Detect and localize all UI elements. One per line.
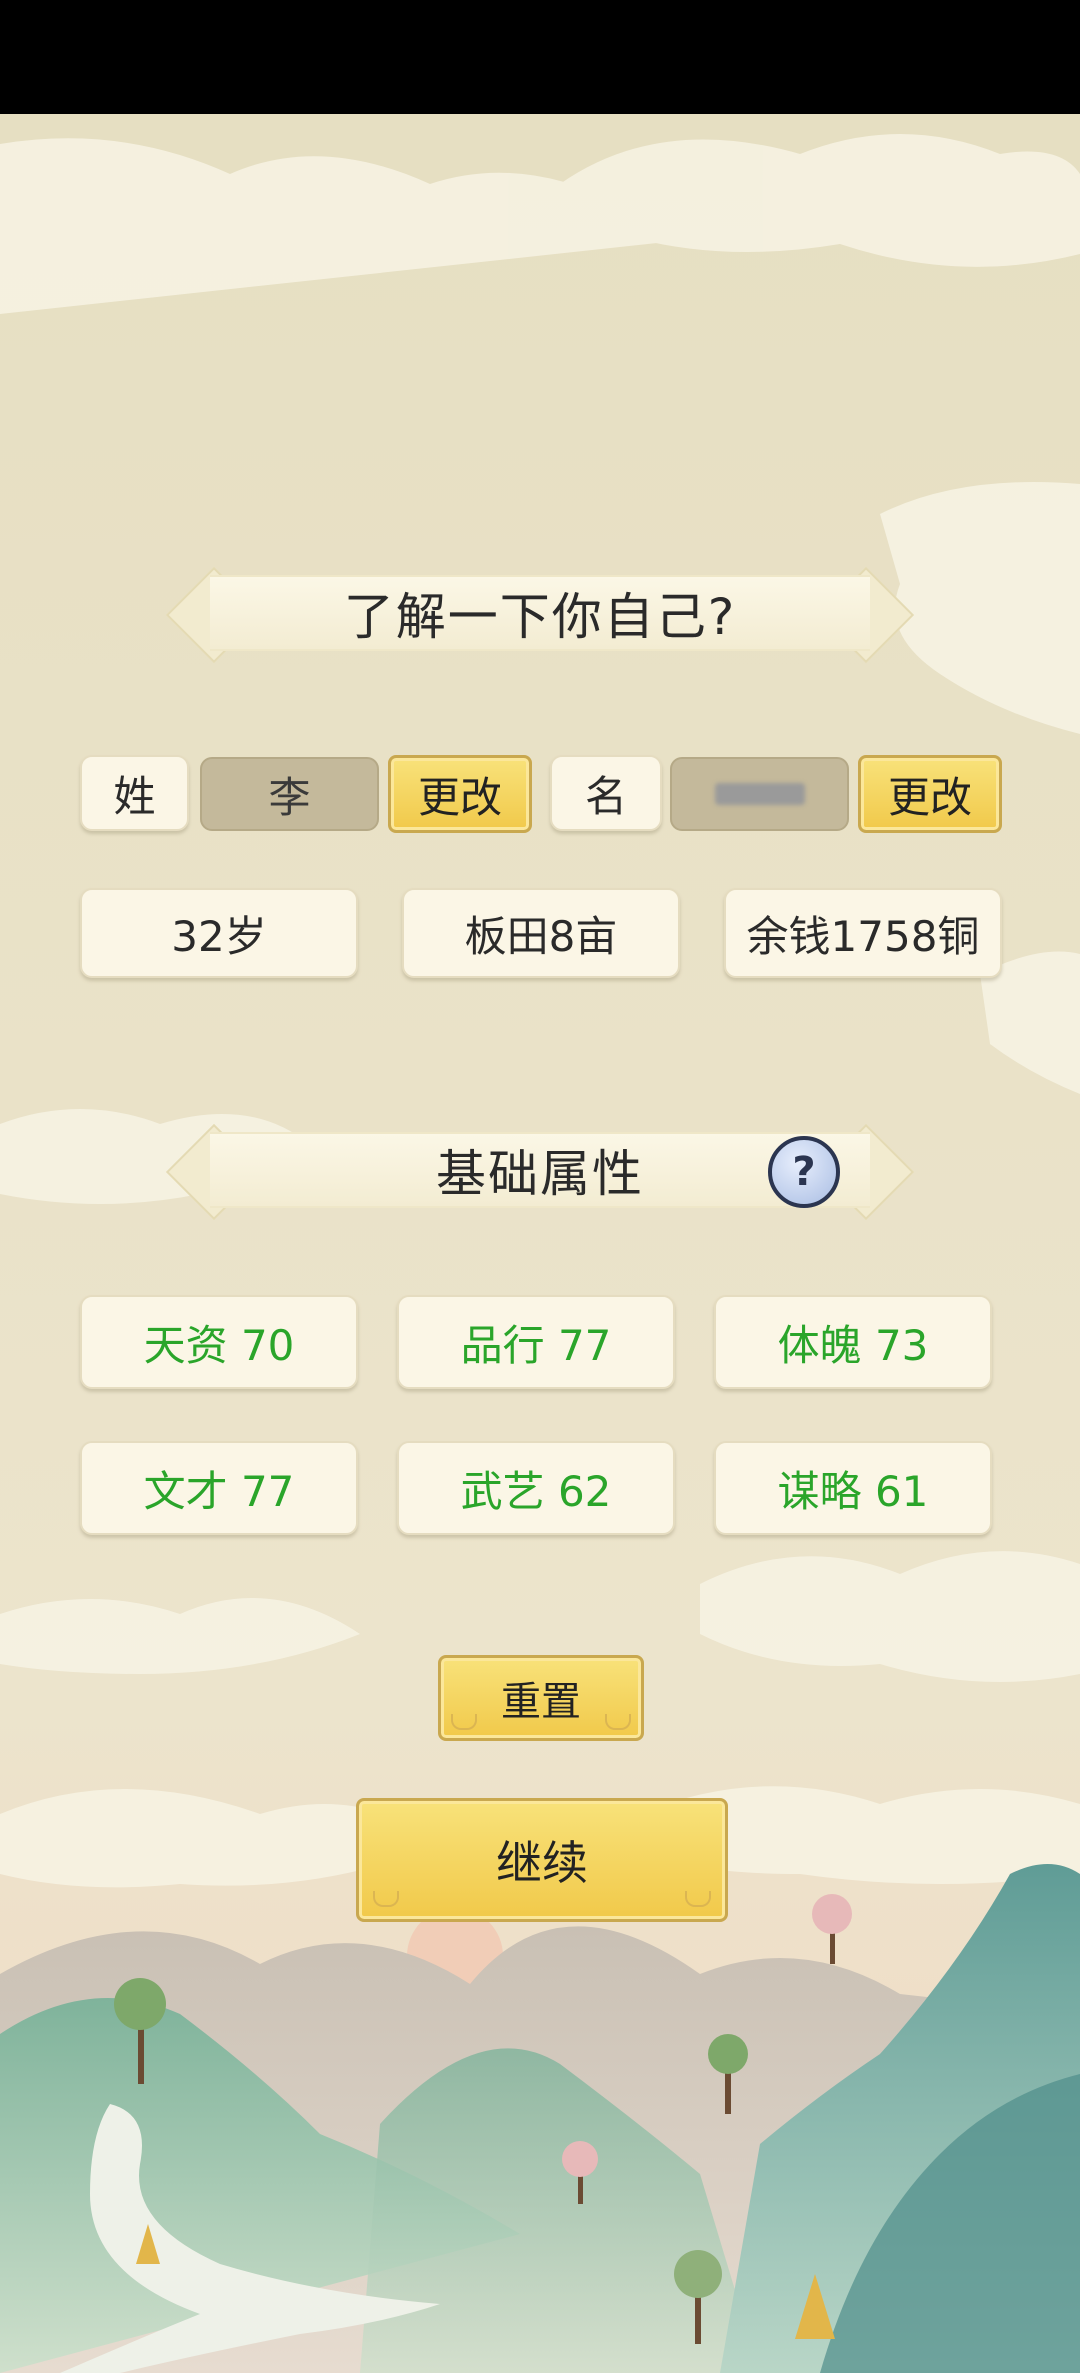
surname-label: 姓 (80, 755, 189, 831)
attribute-conduct: 品行 77 (397, 1295, 675, 1389)
continue-button[interactable]: 继续 (356, 1798, 728, 1922)
corner-ornament (685, 1891, 711, 1907)
attribute-physique: 体魄 73 (714, 1295, 992, 1389)
surname-value: 李 (200, 757, 379, 831)
attribute-martial: 武艺 62 (397, 1441, 675, 1535)
change-surname-button[interactable]: 更改 (388, 755, 532, 833)
corner-ornament (373, 1891, 399, 1907)
attribute-talent: 天资 70 (80, 1295, 358, 1389)
background-scene (0, 114, 1080, 2373)
attribute-literary: 文才 77 (80, 1441, 358, 1535)
blurred-name (714, 783, 805, 805)
reset-label: 重置 (501, 1679, 581, 1725)
title-banner: 了解一下你自己? (165, 566, 915, 664)
corner-ornament (451, 1714, 477, 1730)
given-name-value (670, 757, 849, 831)
status-bar (0, 0, 1080, 114)
age-info: 32岁 (80, 888, 358, 978)
landscape-illustration (0, 114, 1080, 2373)
continue-label: 继续 (496, 1836, 588, 1890)
given-name-label: 名 (550, 755, 662, 831)
attribute-strategy: 谋略 61 (714, 1441, 992, 1535)
land-info: 板田8亩 (402, 888, 680, 978)
change-given-name-button[interactable]: 更改 (858, 755, 1002, 833)
change-surname-label: 更改 (417, 772, 502, 822)
reset-button[interactable]: 重置 (438, 1655, 644, 1741)
money-info: 余钱1758铜 (724, 888, 1002, 978)
page-title: 了解一下你自己? (343, 588, 737, 646)
question-mark-icon[interactable]: ? (768, 1136, 840, 1208)
corner-ornament (605, 1714, 631, 1730)
change-given-name-label: 更改 (887, 772, 972, 822)
